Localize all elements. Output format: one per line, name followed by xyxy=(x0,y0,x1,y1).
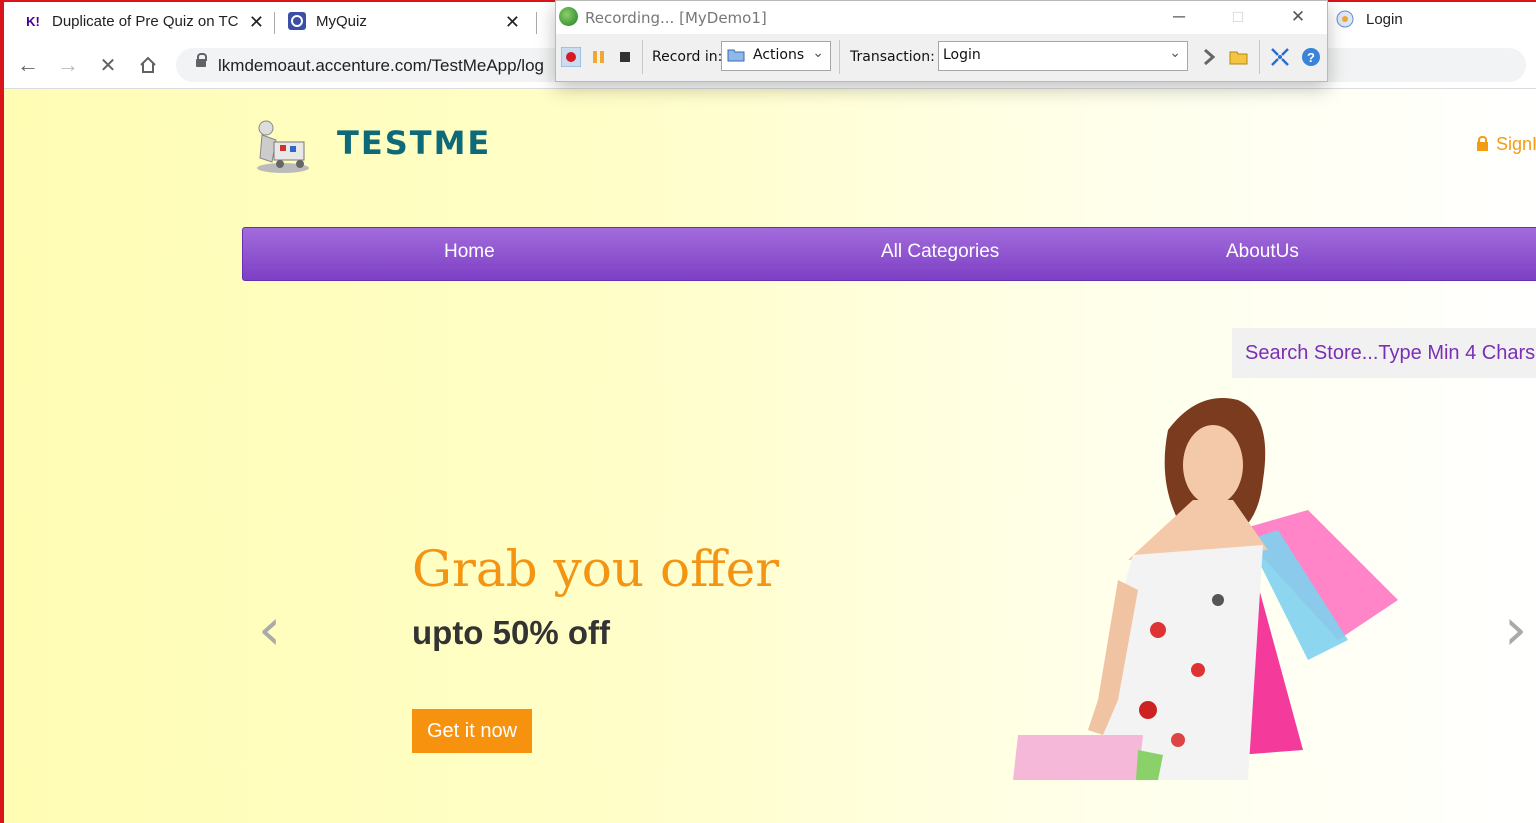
record-in-value: Actions xyxy=(753,47,805,63)
nav-all-categories[interactable]: All Categories xyxy=(881,241,999,263)
start-transaction-icon[interactable] xyxy=(1199,47,1219,67)
slide-subtitle: upto 50% off xyxy=(412,614,610,651)
tab-title: Duplicate of Pre Quiz on TC xyxy=(52,12,238,30)
transaction-value: Login xyxy=(943,47,981,63)
nav-about-us[interactable]: AboutUs xyxy=(1226,241,1299,263)
transaction-label: Transaction: xyxy=(850,49,935,65)
carousel-prev-icon[interactable]: ‹ xyxy=(258,595,281,663)
uft-app-icon xyxy=(559,7,578,26)
yahoo-icon: K! xyxy=(26,13,40,29)
toolbar-divider xyxy=(1259,40,1260,74)
tab-login[interactable]: Login xyxy=(1336,10,1403,28)
get-it-now-button[interactable]: Get it now xyxy=(412,709,532,753)
tab-title: Login xyxy=(1366,10,1403,28)
url-text: lkmdemoaut.accenture.com/TestMeApp/log xyxy=(218,56,544,75)
login-favicon-icon xyxy=(1336,10,1354,28)
nav-home[interactable]: Home xyxy=(444,241,495,263)
tab-myquiz[interactable]: MyQuiz ✕ xyxy=(288,2,528,40)
help-icon[interactable]: ? xyxy=(1301,47,1321,67)
lock-icon xyxy=(1477,136,1488,151)
slide-title: Grab you offer xyxy=(412,540,780,598)
lock-icon xyxy=(196,53,207,67)
forward-icon[interactable]: → xyxy=(54,51,82,79)
recording-dialog: Recording... [MyDemo1] ─ □ ✕ Record in: … xyxy=(555,0,1328,82)
maximize-icon[interactable]: □ xyxy=(1223,5,1253,29)
close-icon[interactable]: ✕ xyxy=(505,12,520,33)
home-icon[interactable] xyxy=(134,51,162,79)
search-placeholder: Search Store...Type Min 4 Chars. xyxy=(1245,342,1536,364)
svg-text:?: ? xyxy=(1307,50,1315,65)
tab-duplicate-quiz[interactable]: K! Duplicate of Pre Quiz on TC ✕ xyxy=(24,2,272,40)
tab-separator xyxy=(536,12,537,34)
collapse-icon[interactable] xyxy=(1270,47,1290,67)
record-in-label: Record in: xyxy=(652,49,723,65)
folder-icon xyxy=(727,49,745,62)
signin-label: SignI xyxy=(1496,134,1536,154)
signin-link[interactable]: SignI xyxy=(1477,134,1536,155)
carousel-next-icon[interactable]: › xyxy=(1504,595,1527,663)
search-input[interactable]: Search Store...Type Min 4 Chars. xyxy=(1232,328,1536,378)
tab-separator xyxy=(274,12,275,34)
close-icon[interactable]: ✕ xyxy=(1283,5,1313,29)
record-icon[interactable] xyxy=(561,47,581,67)
toolbar-divider xyxy=(839,40,840,74)
close-icon[interactable]: ✕ xyxy=(249,12,264,33)
recording-toolbar: Record in: Actions ⌄ Transaction: Login … xyxy=(556,34,1327,80)
transaction-select[interactable]: Login ⌄ xyxy=(938,41,1188,71)
chevron-down-icon: ⌄ xyxy=(812,45,824,61)
recording-titlebar[interactable]: Recording... [MyDemo1] ─ □ ✕ xyxy=(556,1,1327,34)
site-logo-text[interactable]: TESTME xyxy=(337,124,491,162)
stop-icon[interactable] xyxy=(615,47,635,67)
shopping-model-image xyxy=(1013,398,1398,780)
record-in-select[interactable]: Actions ⌄ xyxy=(721,41,831,71)
testme-logo-icon xyxy=(257,120,309,173)
myquiz-icon xyxy=(288,12,306,30)
recording-title: Recording... [MyDemo1] xyxy=(585,9,767,27)
chevron-down-icon: ⌄ xyxy=(1169,45,1181,61)
stop-loading-icon[interactable]: ✕ xyxy=(94,51,122,79)
back-icon[interactable]: ← xyxy=(14,51,42,79)
tab-title: MyQuiz xyxy=(316,12,367,30)
main-nav: Home All Categories AboutUs xyxy=(242,227,1536,281)
pause-icon[interactable] xyxy=(589,47,609,67)
toolbar-divider xyxy=(642,40,643,74)
open-folder-icon[interactable] xyxy=(1229,47,1249,67)
minimize-icon[interactable]: ─ xyxy=(1164,5,1194,29)
